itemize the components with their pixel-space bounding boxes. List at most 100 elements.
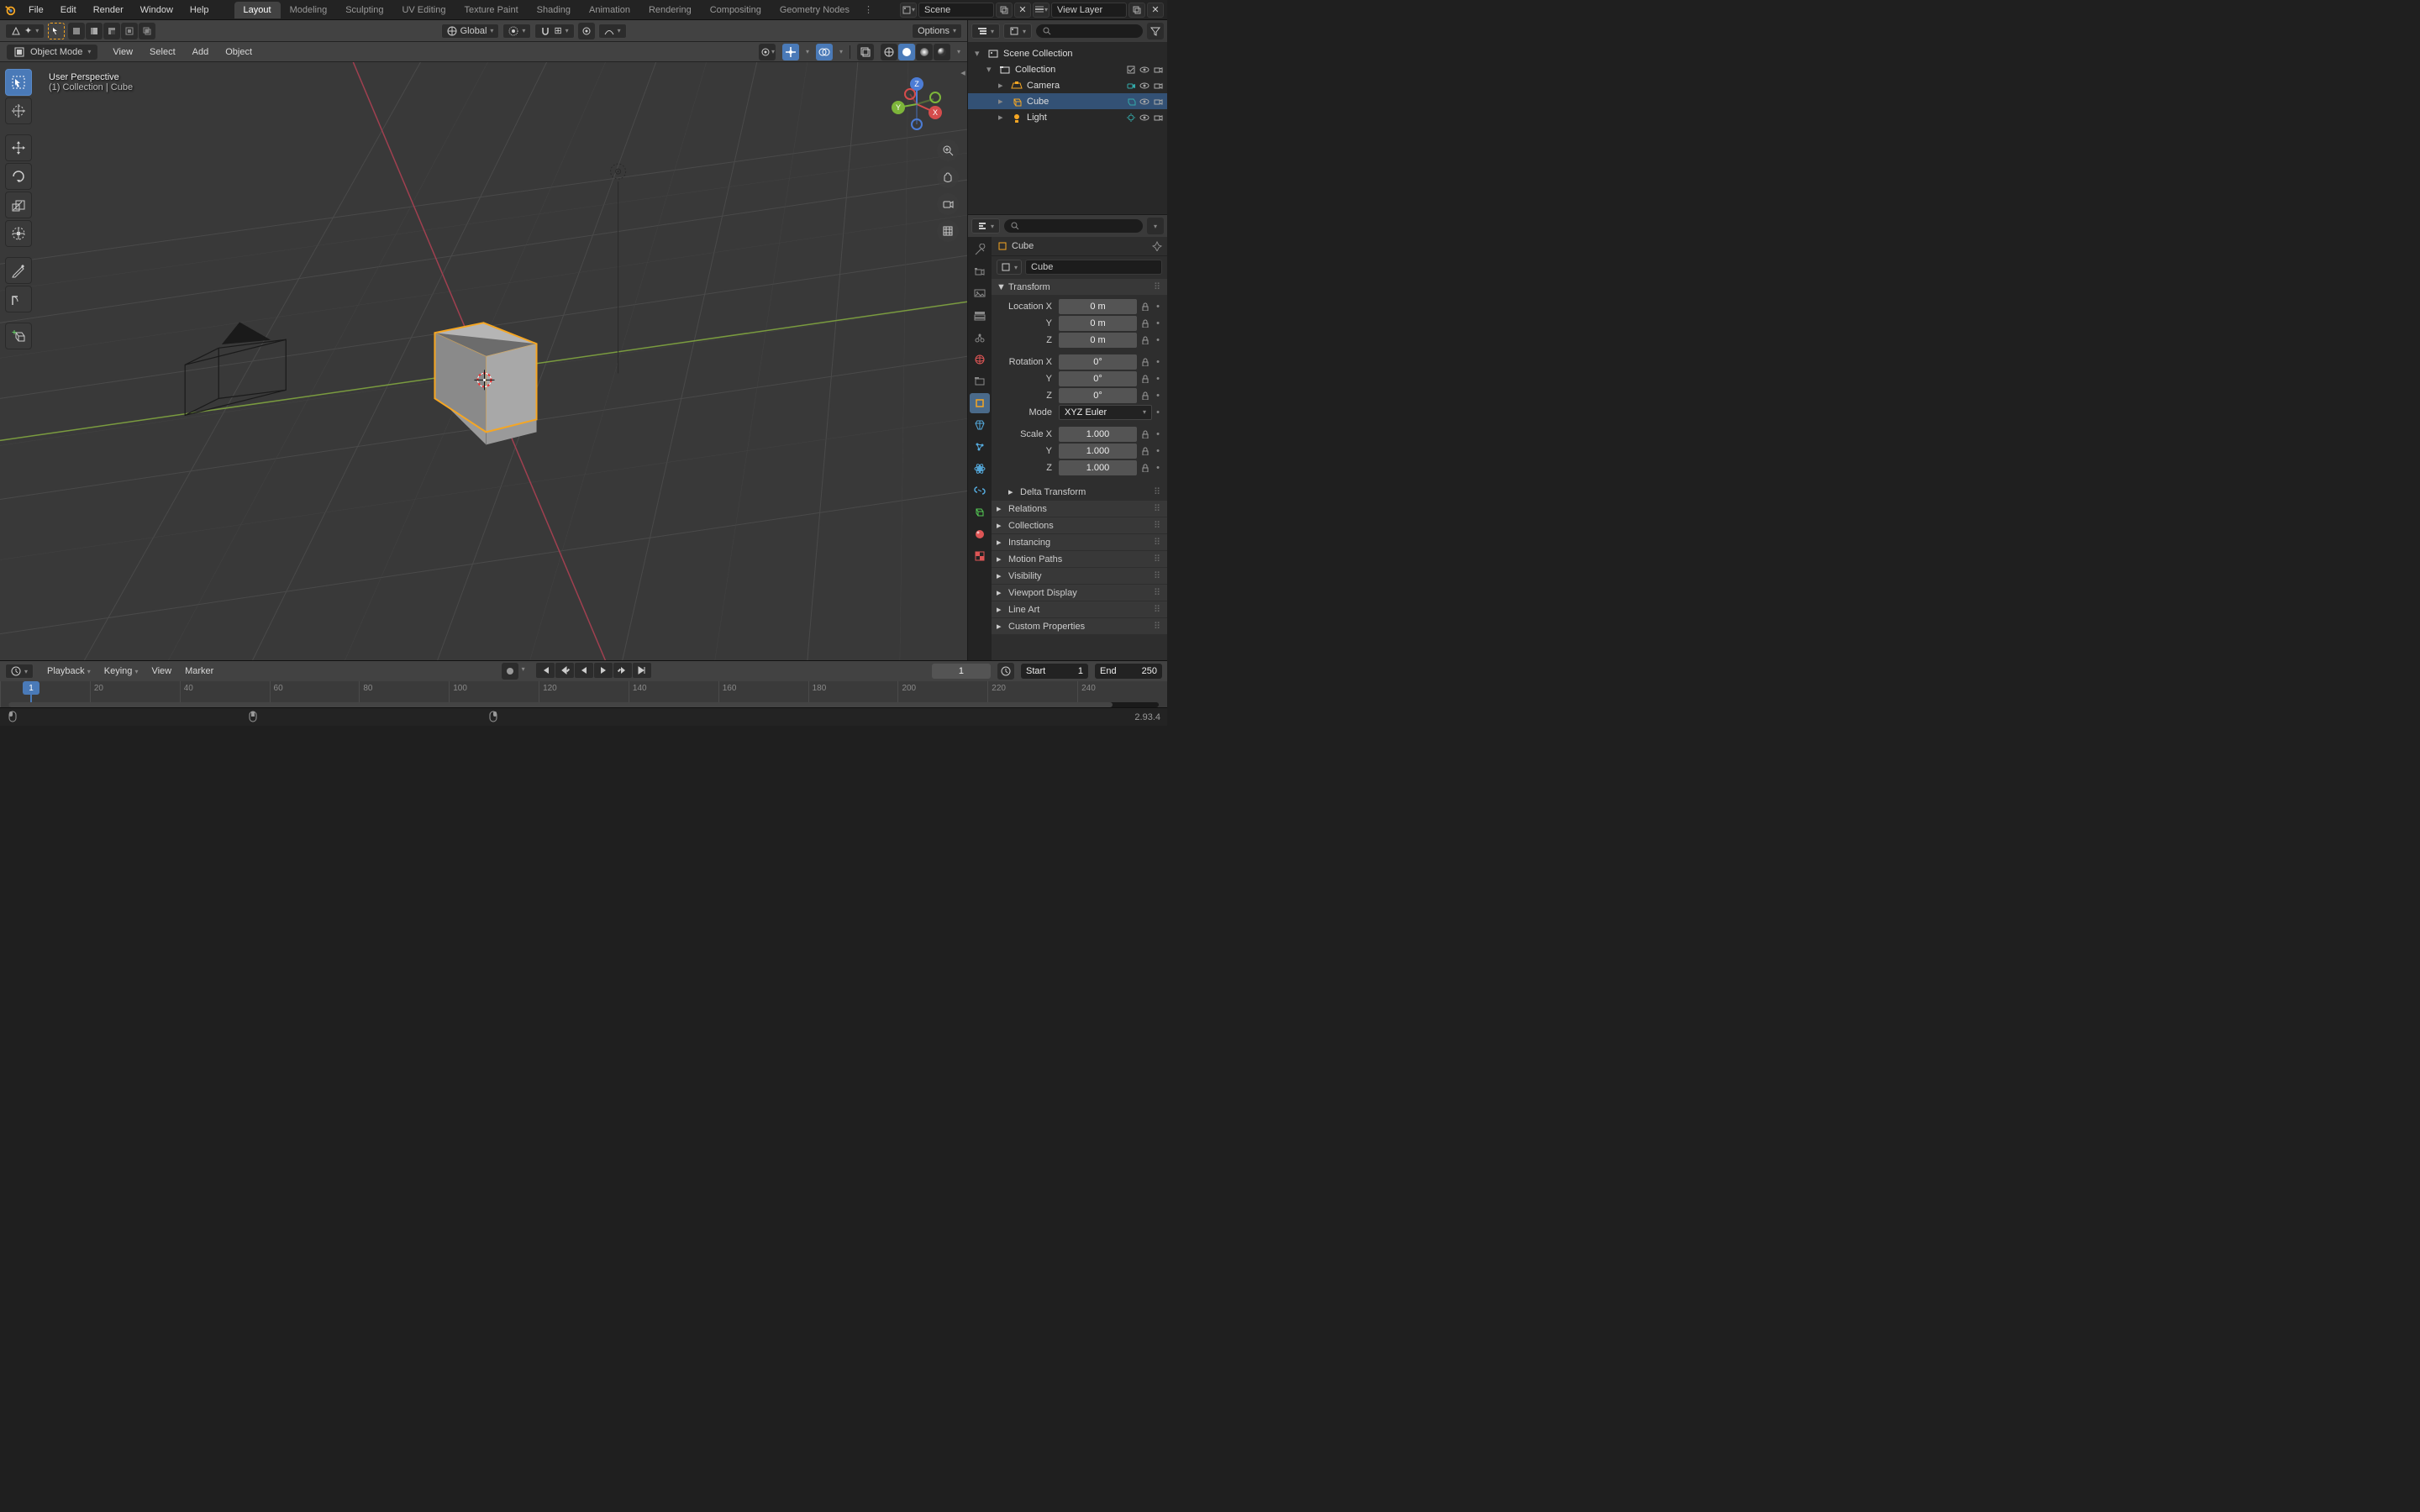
tl-menu-playback[interactable]: Playback ▾ xyxy=(40,664,97,679)
select-subtract-icon[interactable] xyxy=(103,23,120,39)
outliner-editor-dropdown[interactable]: ▾ xyxy=(971,24,1000,39)
render-icon[interactable] xyxy=(1152,64,1164,76)
prop-tab-physics[interactable] xyxy=(970,459,990,479)
prop-tab-object[interactable] xyxy=(970,393,990,413)
preview-range-icon[interactable] xyxy=(997,663,1014,680)
autokey-dropdown[interactable]: ▾ xyxy=(519,663,528,680)
anim-scale-z-icon[interactable]: • xyxy=(1154,463,1162,473)
shading-dropdown-icon[interactable]: ▾ xyxy=(957,48,960,55)
rotation-mode-dropdown[interactable]: XYZ Euler▾ xyxy=(1059,405,1152,420)
tl-menu-keying[interactable]: Keying ▾ xyxy=(97,664,145,679)
outliner-item-light[interactable]: ▸Light xyxy=(968,109,1167,125)
lock-rot-y-icon[interactable] xyxy=(1139,371,1152,386)
outliner-item-camera[interactable]: ▸Camera xyxy=(968,77,1167,93)
workspace-tab-shading[interactable]: Shading xyxy=(528,2,580,18)
play-reverse-icon[interactable] xyxy=(575,663,593,678)
outliner-filter-icon[interactable] xyxy=(1147,23,1164,39)
viewlayer-browse-icon[interactable]: ▾ xyxy=(1033,3,1050,18)
workspace-tab-rendering[interactable]: Rendering xyxy=(639,2,701,18)
xray-toggle-icon[interactable] xyxy=(857,44,874,60)
field-scale-x[interactable]: 1.000 xyxy=(1059,427,1137,442)
workspace-tab-sculpting[interactable]: Sculpting xyxy=(336,2,392,18)
workspace-tab-uv-editing[interactable]: UV Editing xyxy=(392,2,455,18)
material-shading-icon[interactable] xyxy=(916,44,933,60)
select-box-tool[interactable] xyxy=(5,69,32,96)
anim-loc-z-icon[interactable]: • xyxy=(1154,335,1162,345)
panel-custom-properties[interactable]: ▸Custom Properties⠿ xyxy=(992,618,1167,634)
outliner-scene-collection[interactable]: ▾Scene Collection xyxy=(968,45,1167,61)
prop-tab-collection[interactable] xyxy=(970,371,990,391)
render-icon[interactable] xyxy=(1152,96,1164,108)
select-new-icon[interactable] xyxy=(68,23,85,39)
vp-menu-object[interactable]: Object xyxy=(217,44,260,60)
viewlayer-new-icon[interactable] xyxy=(1128,3,1145,18)
prop-tab-viewlayer[interactable] xyxy=(970,306,990,326)
measure-tool[interactable] xyxy=(5,286,32,312)
prop-tab-particles[interactable] xyxy=(970,437,990,457)
timeline-editor-dropdown[interactable]: ▾ xyxy=(5,664,34,679)
visibility-icon[interactable] xyxy=(1139,64,1150,76)
anim-rot-z-icon[interactable]: • xyxy=(1154,391,1162,401)
workspace-tab-geometry-nodes[interactable]: Geometry Nodes xyxy=(771,2,859,18)
3d-viewport[interactable]: User Perspective (1) Collection | Cube ◂ xyxy=(0,62,967,660)
snap-dropdown[interactable]: ⊞▾ xyxy=(534,24,574,39)
menu-edit[interactable]: Edit xyxy=(52,2,85,18)
next-keyframe-icon[interactable] xyxy=(613,663,632,678)
vp-menu-add[interactable]: Add xyxy=(184,44,218,60)
menu-help[interactable]: Help xyxy=(182,2,218,18)
visibility-icon[interactable] xyxy=(1139,96,1150,108)
anim-rot-x-icon[interactable]: • xyxy=(1154,357,1162,367)
editor-type-dropdown[interactable]: ✦▾ xyxy=(5,24,45,39)
solid-shading-icon[interactable] xyxy=(898,44,915,60)
prop-tab-render[interactable] xyxy=(970,262,990,282)
anim-rot-y-icon[interactable]: • xyxy=(1154,374,1162,384)
prop-tab-material[interactable] xyxy=(970,524,990,544)
outliner-search[interactable] xyxy=(1035,24,1144,39)
select-extend-icon[interactable] xyxy=(86,23,103,39)
lock-rot-x-icon[interactable] xyxy=(1139,354,1152,370)
panel-viewport-display[interactable]: ▸Viewport Display⠿ xyxy=(992,585,1167,601)
scene-delete-icon[interactable]: ✕ xyxy=(1014,3,1031,18)
cursor-tool[interactable] xyxy=(5,97,32,124)
gizmos-toggle-icon[interactable] xyxy=(782,44,799,60)
scene-name-field[interactable]: Scene xyxy=(918,3,994,18)
vp-menu-view[interactable]: View xyxy=(104,44,141,60)
current-frame-field[interactable]: 1 xyxy=(932,664,991,679)
anim-loc-x-icon[interactable]: • xyxy=(1154,302,1162,312)
workspace-tab-texture-paint[interactable]: Texture Paint xyxy=(455,2,527,18)
lock-loc-z-icon[interactable] xyxy=(1139,333,1152,348)
navigation-gizmo[interactable]: X Y Z xyxy=(886,74,947,134)
lock-loc-x-icon[interactable] xyxy=(1139,299,1152,314)
prop-tab-tool[interactable] xyxy=(970,240,990,260)
outliner-item-cube[interactable]: ▸Cube xyxy=(968,93,1167,109)
play-icon[interactable] xyxy=(594,663,613,678)
jump-start-icon[interactable] xyxy=(536,663,555,678)
lock-loc-y-icon[interactable] xyxy=(1139,316,1152,331)
select-intersect-icon[interactable] xyxy=(139,23,155,39)
tl-menu-view[interactable]: View xyxy=(145,664,178,679)
timeline-track[interactable]: 20406080100120140160180200220240 1 xyxy=(0,681,1167,707)
orientation-dropdown[interactable]: Global▾ xyxy=(441,24,500,39)
field-rot-y[interactable]: 0° xyxy=(1059,371,1137,386)
panel-visibility[interactable]: ▸Visibility⠿ xyxy=(992,568,1167,584)
outliner-tree[interactable]: ▾Scene Collection▾Collection▸Camera▸Cube… xyxy=(968,42,1167,214)
timeline-scrollbar[interactable] xyxy=(8,702,1159,707)
autokey-toggle[interactable] xyxy=(502,663,518,680)
field-loc-x[interactable]: 0 m xyxy=(1059,299,1137,314)
anim-scale-x-icon[interactable]: • xyxy=(1154,429,1162,439)
proportional-edit-icon[interactable] xyxy=(578,23,595,39)
workspace-tab-animation[interactable]: Animation xyxy=(580,2,639,18)
menu-file[interactable]: File xyxy=(20,2,52,18)
prop-tab-constraints[interactable] xyxy=(970,480,990,501)
prev-keyframe-icon[interactable] xyxy=(555,663,574,678)
render-icon[interactable] xyxy=(1152,112,1164,123)
menu-render[interactable]: Render xyxy=(85,2,132,18)
pan-icon[interactable] xyxy=(937,166,959,188)
render-icon[interactable] xyxy=(1152,80,1164,92)
panel-motion-paths[interactable]: ▸Motion Paths⠿ xyxy=(992,551,1167,567)
outliner-display-dropdown[interactable]: ▾ xyxy=(1003,24,1032,39)
scene-browse-icon[interactable]: ▾ xyxy=(900,3,917,18)
transform-tool[interactable] xyxy=(5,220,32,247)
anim-scale-y-icon[interactable]: • xyxy=(1154,446,1162,456)
field-scale-z[interactable]: 1.000 xyxy=(1059,460,1137,475)
